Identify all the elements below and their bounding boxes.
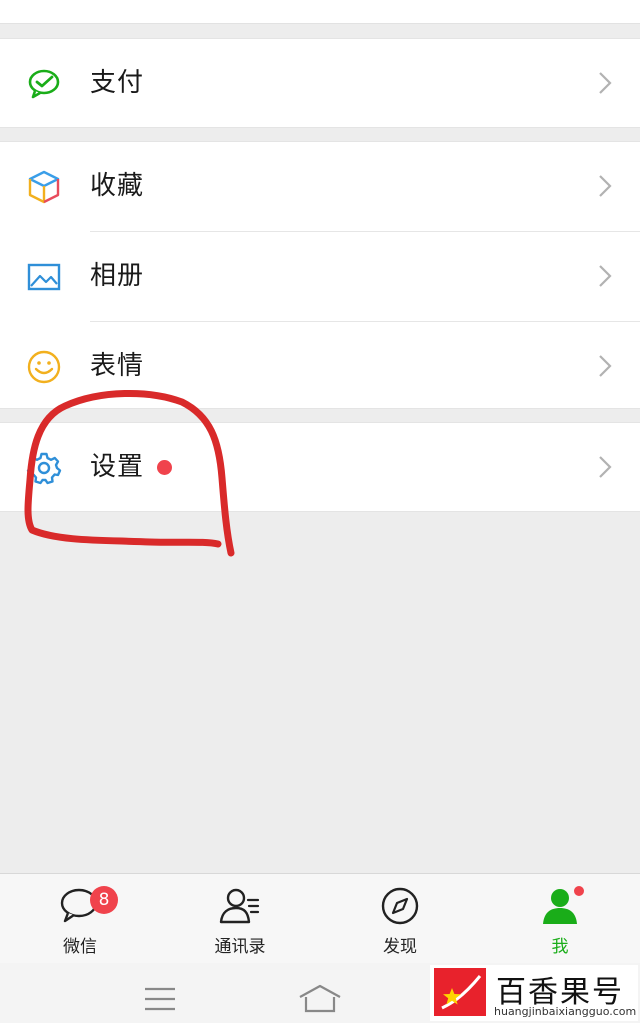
compass-icon	[381, 887, 419, 925]
menu-icon[interactable]	[143, 985, 177, 1013]
tab-label-me: 我	[551, 937, 569, 957]
chevron-right-icon	[599, 265, 612, 287]
previous-section-edge	[0, 0, 640, 24]
chevron-right-icon	[599, 456, 612, 478]
gear-icon	[26, 452, 62, 485]
menu-label-pay: 支付	[90, 68, 145, 98]
new-indicator-dot	[572, 884, 586, 898]
unread-count-badge: 8	[90, 886, 118, 914]
tab-me[interactable]: 我	[480, 874, 640, 964]
menu-label-album: 相册	[90, 261, 145, 291]
features-group: 收藏 相册 表情	[0, 141, 640, 409]
menu-item-favorites[interactable]: 收藏	[0, 142, 640, 231]
star-logo-icon	[434, 968, 486, 1016]
pay-group: 支付	[0, 38, 640, 128]
tab-contacts[interactable]: 通讯录	[160, 874, 320, 964]
menu-label-stickers: 表情	[90, 351, 145, 381]
chevron-right-icon	[599, 72, 612, 94]
new-indicator-dot	[157, 460, 172, 475]
home-icon[interactable]	[297, 983, 343, 1015]
menu-item-album[interactable]: 相册	[0, 232, 640, 321]
tab-label-discover: 发现	[383, 937, 417, 957]
tab-label-contacts: 通讯录	[214, 937, 266, 957]
watermark: 百香果号 huangjinbaixiangguo.com	[430, 965, 638, 1021]
watermark-url: huangjinbaixiangguo.com	[494, 1005, 637, 1018]
menu-label-settings: 设置	[90, 452, 145, 482]
picture-icon	[27, 263, 61, 291]
settings-group: 设置	[0, 422, 640, 512]
contacts-icon	[219, 888, 260, 924]
tab-chats[interactable]: 8 微信	[0, 874, 160, 964]
tab-label-chats: 微信	[63, 937, 97, 957]
cube-icon	[28, 170, 60, 204]
menu-item-stickers[interactable]: 表情	[0, 322, 640, 411]
chevron-right-icon	[599, 355, 612, 377]
tab-discover[interactable]: 发现	[320, 874, 480, 964]
menu-item-settings[interactable]: 设置	[0, 423, 640, 512]
chevron-right-icon	[599, 175, 612, 197]
menu-label-favorites: 收藏	[90, 171, 145, 201]
menu-item-pay[interactable]: 支付	[0, 39, 640, 128]
wechat-pay-icon	[28, 69, 60, 99]
smiley-icon	[27, 350, 61, 384]
bottom-tab-bar: 8 微信 通讯录 发现 我	[0, 873, 640, 963]
